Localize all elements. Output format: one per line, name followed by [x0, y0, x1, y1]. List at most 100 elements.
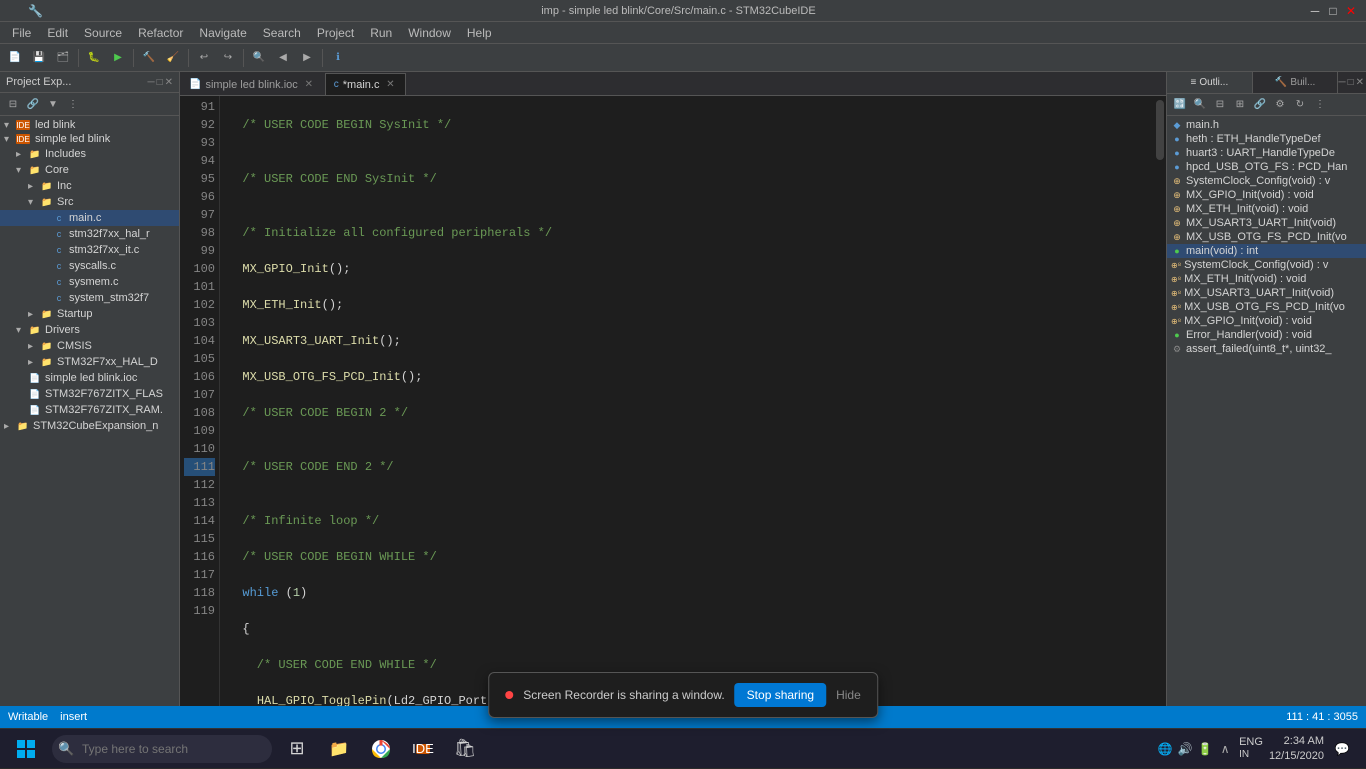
outline-main-h[interactable]: ◆ main.h	[1167, 118, 1366, 132]
outline-huart3[interactable]: ● huart3 : UART_HandleTypeDe	[1167, 146, 1366, 160]
outline-assert-failed[interactable]: ⚙ assert_failed(uint8_t*, uint32_	[1167, 342, 1366, 356]
outline-systemclock-config[interactable]: ⊕ SystemClock_Config(void) : v	[1167, 174, 1366, 188]
taskbar-chrome[interactable]	[360, 729, 402, 769]
tab-ioc-close[interactable]: ✕	[302, 78, 316, 92]
tree-item-src[interactable]: ▾ 📁 Src	[0, 194, 179, 210]
taskbar-explorer[interactable]: 📁	[318, 729, 360, 769]
tree-item-includes[interactable]: ▸ 📁 Includes	[0, 146, 179, 162]
outline-main-fn[interactable]: ● main(void) : int	[1167, 244, 1366, 258]
info-button[interactable]: ℹ	[327, 47, 349, 69]
pe-maximize-icon[interactable]: □	[157, 77, 163, 88]
tree-item-stm32f7-hal-d[interactable]: ▸ 📁 STM32F7xx_HAL_D	[0, 354, 179, 370]
outline-mx-usb-otg[interactable]: ⊕ MX_USB_OTG_FS_PCD_Init(vo	[1167, 230, 1366, 244]
maximize-button[interactable]: □	[1326, 4, 1340, 18]
start-button[interactable]	[4, 729, 48, 769]
stop-sharing-button[interactable]: Stop sharing	[735, 683, 826, 707]
outline-mx-gpio-init2[interactable]: ⊕⁸ MX_GPIO_Init(void) : void	[1167, 314, 1366, 328]
taskbar-task-view[interactable]: ⊞	[276, 729, 318, 769]
tree-item-inc[interactable]: ▸ 📁 Inc	[0, 178, 179, 194]
navigate-back-button[interactable]: ◀	[272, 47, 294, 69]
navigate-forward-button[interactable]: ▶	[296, 47, 318, 69]
menu-help[interactable]: Help	[459, 24, 500, 42]
clock[interactable]: 2:34 AM 12/15/2020	[1269, 734, 1324, 763]
tree-item-startup[interactable]: ▸ 📁 Startup	[0, 306, 179, 322]
close-button[interactable]: ✕	[1344, 4, 1358, 18]
tree-item-stm32f7xx-it[interactable]: c stm32f7xx_it.c	[0, 242, 179, 258]
debug-button[interactable]: 🐛	[83, 47, 105, 69]
menu-search[interactable]: Search	[255, 24, 309, 42]
build-button[interactable]: 🔨	[138, 47, 160, 69]
tree-item-stm32f7xx-hal[interactable]: c stm32f7xx_hal_r	[0, 226, 179, 242]
menu-navigate[interactable]: Navigate	[191, 24, 254, 42]
language-indicator[interactable]: ENG IN	[1239, 736, 1263, 761]
code-editor[interactable]: /* USER CODE BEGIN SysInit */ /* USER CO…	[220, 96, 1154, 744]
menu-edit[interactable]: Edit	[39, 24, 76, 42]
tree-item-sysmem[interactable]: c sysmem.c	[0, 274, 179, 290]
tray-volume-icon[interactable]: 🔊	[1177, 741, 1193, 757]
tray-battery-icon[interactable]: 🔋	[1197, 741, 1213, 757]
menu-project[interactable]: Project	[309, 24, 362, 42]
outline-mx-usb-otg2[interactable]: ⊕⁸ MX_USB_OTG_FS_PCD_Init(vo	[1167, 300, 1366, 314]
clean-button[interactable]: 🧹	[162, 47, 184, 69]
outline-heth[interactable]: ● heth : ETH_HandleTypeDef	[1167, 132, 1366, 146]
outline-systemclock2[interactable]: ⊕⁸ SystemClock_Config(void) : v	[1167, 258, 1366, 272]
tree-item-drivers[interactable]: ▾ 📁 Drivers	[0, 322, 179, 338]
outline-hpcd[interactable]: ● hpcd_USB_OTG_FS : PCD_Han	[1167, 160, 1366, 174]
tree-item-led-blink[interactable]: ▾ IDE led blink	[0, 118, 179, 132]
tree-item-cmsis[interactable]: ▸ 📁 CMSIS	[0, 338, 179, 354]
tray-overflow-icon[interactable]: ∧	[1217, 741, 1233, 757]
tree-item-flash[interactable]: 📄 STM32F767ZITX_FLAS	[0, 386, 179, 402]
outline-mx-usart3[interactable]: ⊕ MX_USART3_UART_Init(void)	[1167, 216, 1366, 230]
outline-close-icon[interactable]: ✕	[1356, 77, 1364, 88]
menu-source[interactable]: Source	[76, 24, 130, 42]
outline-mx-gpio-init[interactable]: ⊕ MX_GPIO_Init(void) : void	[1167, 188, 1366, 202]
outline-expand-icon[interactable]: ⊞	[1231, 96, 1249, 114]
tree-item-syscalls[interactable]: c syscalls.c	[0, 258, 179, 274]
outline-mx-eth-init[interactable]: ⊕ MX_ETH_Init(void) : void	[1167, 202, 1366, 216]
pe-minimize-icon[interactable]: ─	[147, 77, 154, 88]
hide-button[interactable]: Hide	[836, 688, 861, 702]
minimize-button[interactable]: ─	[1308, 4, 1322, 18]
taskbar-search-input[interactable]	[52, 735, 272, 763]
tree-item-ioc[interactable]: 📄 simple led blink.ioc	[0, 370, 179, 386]
tree-item-ram[interactable]: 📄 STM32F767ZITX_RAM.	[0, 402, 179, 418]
editor-scrollbar[interactable]	[1154, 96, 1166, 744]
outline-link-icon[interactable]: 🔗	[1251, 96, 1269, 114]
redo-button[interactable]: ↪	[217, 47, 239, 69]
taskbar-ide[interactable]: IDE	[402, 729, 444, 769]
tree-item-system-stm32f7[interactable]: c system_stm32f7	[0, 290, 179, 306]
menu-run[interactable]: Run	[362, 24, 400, 42]
outline-maximize-icon[interactable]: □	[1348, 77, 1354, 88]
outline-settings-icon[interactable]: ⚙	[1271, 96, 1289, 114]
tab-outline[interactable]: ≡ Outli...	[1167, 72, 1253, 93]
pe-close-icon[interactable]: ✕	[165, 77, 173, 88]
notification-icon[interactable]: 💬	[1330, 737, 1354, 761]
tree-item-main-c[interactable]: c main.c	[0, 210, 179, 226]
outline-mx-usart3-2[interactable]: ⊕⁸ MX_USART3_UART_Init(void)	[1167, 286, 1366, 300]
tree-item-cube-expansion[interactable]: ▸ 📁 STM32CubeExpansion_n	[0, 418, 179, 434]
outline-sort-icon[interactable]: 🔡	[1171, 96, 1189, 114]
save-all-button[interactable]: 🗂	[52, 47, 74, 69]
outline-minimize-icon[interactable]: ─	[1338, 77, 1345, 88]
pe-collapse-icon[interactable]: ⊟	[4, 95, 22, 113]
search-toolbar-button[interactable]: 🔍	[248, 47, 270, 69]
pe-link-icon[interactable]: 🔗	[24, 95, 42, 113]
menu-file[interactable]: File	[4, 24, 39, 42]
tray-network-icon[interactable]: 🌐	[1157, 741, 1173, 757]
undo-button[interactable]: ↩	[193, 47, 215, 69]
menu-window[interactable]: Window	[400, 24, 459, 42]
run-button[interactable]: ▶	[107, 47, 129, 69]
tab-main-c[interactable]: c *main.c ✕	[325, 73, 407, 95]
tab-build-right[interactable]: 🔨 Buil...	[1253, 72, 1339, 93]
tree-item-core[interactable]: ▾ 📁 Core	[0, 162, 179, 178]
outline-menu-icon[interactable]: ⋮	[1311, 96, 1329, 114]
outline-error-handler[interactable]: ● Error_Handler(void) : void	[1167, 328, 1366, 342]
menu-refactor[interactable]: Refactor	[130, 24, 191, 42]
outline-collapse-icon[interactable]: ⊟	[1211, 96, 1229, 114]
save-button[interactable]: 💾	[28, 47, 50, 69]
tab-ioc[interactable]: 📄 simple led blink.ioc ✕	[180, 73, 325, 95]
taskbar-store[interactable]: 🛍	[444, 729, 486, 769]
new-button[interactable]: 📄	[4, 47, 26, 69]
outline-filter-icon[interactable]: 🔍	[1191, 96, 1209, 114]
tree-item-simple-led-blink[interactable]: ▾ IDE simple led blink	[0, 132, 179, 146]
